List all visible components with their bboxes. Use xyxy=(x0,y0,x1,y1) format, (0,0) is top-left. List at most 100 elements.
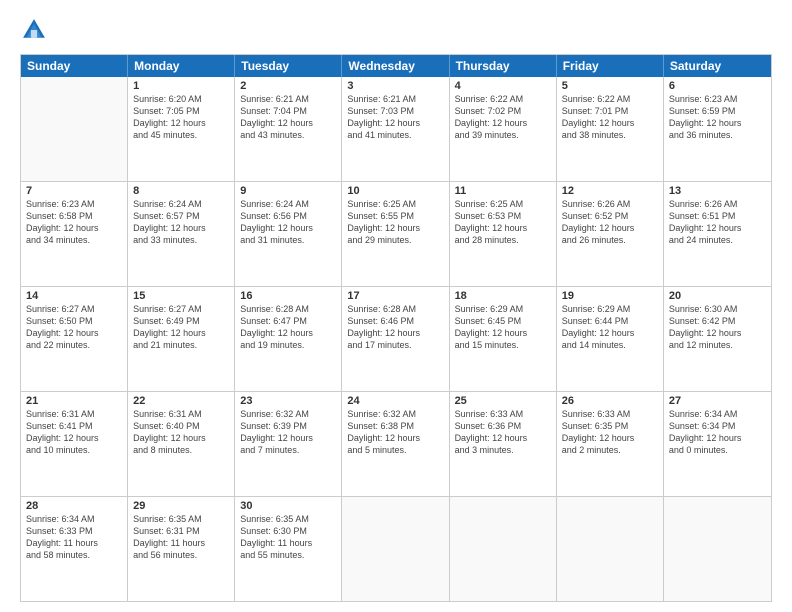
day-number: 13 xyxy=(669,185,766,197)
cal-cell: 30Sunrise: 6:35 AMSunset: 6:30 PMDayligh… xyxy=(235,497,342,601)
cal-cell: 26Sunrise: 6:33 AMSunset: 6:35 PMDayligh… xyxy=(557,392,664,496)
day-number: 26 xyxy=(562,395,658,407)
cal-cell: 23Sunrise: 6:32 AMSunset: 6:39 PMDayligh… xyxy=(235,392,342,496)
cell-info: Sunrise: 6:34 AMSunset: 6:34 PMDaylight:… xyxy=(669,408,766,457)
cal-row-4: 28Sunrise: 6:34 AMSunset: 6:33 PMDayligh… xyxy=(21,497,771,601)
cal-cell: 13Sunrise: 6:26 AMSunset: 6:51 PMDayligh… xyxy=(664,182,771,286)
cell-info: Sunrise: 6:22 AMSunset: 7:02 PMDaylight:… xyxy=(455,93,551,142)
cal-cell xyxy=(557,497,664,601)
cal-cell xyxy=(664,497,771,601)
cell-info: Sunrise: 6:35 AMSunset: 6:30 PMDaylight:… xyxy=(240,513,336,562)
day-number: 19 xyxy=(562,290,658,302)
day-number: 16 xyxy=(240,290,336,302)
calendar: SundayMondayTuesdayWednesdayThursdayFrid… xyxy=(20,54,772,602)
cell-info: Sunrise: 6:27 AMSunset: 6:49 PMDaylight:… xyxy=(133,303,229,352)
cal-cell: 29Sunrise: 6:35 AMSunset: 6:31 PMDayligh… xyxy=(128,497,235,601)
calendar-header: SundayMondayTuesdayWednesdayThursdayFrid… xyxy=(21,55,771,77)
cal-cell: 8Sunrise: 6:24 AMSunset: 6:57 PMDaylight… xyxy=(128,182,235,286)
day-number: 2 xyxy=(240,80,336,92)
cal-row-0: 1Sunrise: 6:20 AMSunset: 7:05 PMDaylight… xyxy=(21,77,771,182)
day-header-saturday: Saturday xyxy=(664,55,771,77)
day-number: 28 xyxy=(26,500,122,512)
day-number: 6 xyxy=(669,80,766,92)
day-number: 8 xyxy=(133,185,229,197)
cal-cell: 15Sunrise: 6:27 AMSunset: 6:49 PMDayligh… xyxy=(128,287,235,391)
day-number: 21 xyxy=(26,395,122,407)
day-number: 5 xyxy=(562,80,658,92)
day-number: 1 xyxy=(133,80,229,92)
cal-cell: 12Sunrise: 6:26 AMSunset: 6:52 PMDayligh… xyxy=(557,182,664,286)
cal-cell: 18Sunrise: 6:29 AMSunset: 6:45 PMDayligh… xyxy=(450,287,557,391)
day-number: 29 xyxy=(133,500,229,512)
cal-cell: 1Sunrise: 6:20 AMSunset: 7:05 PMDaylight… xyxy=(128,77,235,181)
cell-info: Sunrise: 6:23 AMSunset: 6:58 PMDaylight:… xyxy=(26,198,122,247)
day-number: 24 xyxy=(347,395,443,407)
cal-cell: 2Sunrise: 6:21 AMSunset: 7:04 PMDaylight… xyxy=(235,77,342,181)
cell-info: Sunrise: 6:32 AMSunset: 6:38 PMDaylight:… xyxy=(347,408,443,457)
day-number: 3 xyxy=(347,80,443,92)
cell-info: Sunrise: 6:28 AMSunset: 6:46 PMDaylight:… xyxy=(347,303,443,352)
day-number: 22 xyxy=(133,395,229,407)
cal-cell: 3Sunrise: 6:21 AMSunset: 7:03 PMDaylight… xyxy=(342,77,449,181)
calendar-body: 1Sunrise: 6:20 AMSunset: 7:05 PMDaylight… xyxy=(21,77,771,601)
day-header-friday: Friday xyxy=(557,55,664,77)
day-header-wednesday: Wednesday xyxy=(342,55,449,77)
day-number: 14 xyxy=(26,290,122,302)
cell-info: Sunrise: 6:32 AMSunset: 6:39 PMDaylight:… xyxy=(240,408,336,457)
day-number: 12 xyxy=(562,185,658,197)
cell-info: Sunrise: 6:20 AMSunset: 7:05 PMDaylight:… xyxy=(133,93,229,142)
cell-info: Sunrise: 6:27 AMSunset: 6:50 PMDaylight:… xyxy=(26,303,122,352)
cell-info: Sunrise: 6:31 AMSunset: 6:40 PMDaylight:… xyxy=(133,408,229,457)
cal-cell: 28Sunrise: 6:34 AMSunset: 6:33 PMDayligh… xyxy=(21,497,128,601)
cal-row-2: 14Sunrise: 6:27 AMSunset: 6:50 PMDayligh… xyxy=(21,287,771,392)
day-number: 25 xyxy=(455,395,551,407)
day-number: 7 xyxy=(26,185,122,197)
day-number: 10 xyxy=(347,185,443,197)
day-number: 11 xyxy=(455,185,551,197)
cal-cell xyxy=(450,497,557,601)
cal-cell: 20Sunrise: 6:30 AMSunset: 6:42 PMDayligh… xyxy=(664,287,771,391)
cell-info: Sunrise: 6:25 AMSunset: 6:53 PMDaylight:… xyxy=(455,198,551,247)
cal-cell: 25Sunrise: 6:33 AMSunset: 6:36 PMDayligh… xyxy=(450,392,557,496)
cal-cell: 10Sunrise: 6:25 AMSunset: 6:55 PMDayligh… xyxy=(342,182,449,286)
cal-cell: 7Sunrise: 6:23 AMSunset: 6:58 PMDaylight… xyxy=(21,182,128,286)
cal-row-3: 21Sunrise: 6:31 AMSunset: 6:41 PMDayligh… xyxy=(21,392,771,497)
cell-info: Sunrise: 6:28 AMSunset: 6:47 PMDaylight:… xyxy=(240,303,336,352)
cell-info: Sunrise: 6:23 AMSunset: 6:59 PMDaylight:… xyxy=(669,93,766,142)
day-number: 18 xyxy=(455,290,551,302)
cell-info: Sunrise: 6:30 AMSunset: 6:42 PMDaylight:… xyxy=(669,303,766,352)
day-header-thursday: Thursday xyxy=(450,55,557,77)
cal-cell: 11Sunrise: 6:25 AMSunset: 6:53 PMDayligh… xyxy=(450,182,557,286)
page: SundayMondayTuesdayWednesdayThursdayFrid… xyxy=(0,0,792,612)
cal-cell: 27Sunrise: 6:34 AMSunset: 6:34 PMDayligh… xyxy=(664,392,771,496)
cal-cell: 17Sunrise: 6:28 AMSunset: 6:46 PMDayligh… xyxy=(342,287,449,391)
logo xyxy=(20,16,52,44)
day-header-sunday: Sunday xyxy=(21,55,128,77)
cal-cell xyxy=(21,77,128,181)
day-header-monday: Monday xyxy=(128,55,235,77)
day-header-tuesday: Tuesday xyxy=(235,55,342,77)
cal-cell: 9Sunrise: 6:24 AMSunset: 6:56 PMDaylight… xyxy=(235,182,342,286)
cell-info: Sunrise: 6:21 AMSunset: 7:04 PMDaylight:… xyxy=(240,93,336,142)
day-number: 23 xyxy=(240,395,336,407)
cell-info: Sunrise: 6:33 AMSunset: 6:35 PMDaylight:… xyxy=(562,408,658,457)
cell-info: Sunrise: 6:22 AMSunset: 7:01 PMDaylight:… xyxy=(562,93,658,142)
cal-cell: 19Sunrise: 6:29 AMSunset: 6:44 PMDayligh… xyxy=(557,287,664,391)
day-number: 27 xyxy=(669,395,766,407)
cal-row-1: 7Sunrise: 6:23 AMSunset: 6:58 PMDaylight… xyxy=(21,182,771,287)
day-number: 15 xyxy=(133,290,229,302)
day-number: 30 xyxy=(240,500,336,512)
cell-info: Sunrise: 6:26 AMSunset: 6:52 PMDaylight:… xyxy=(562,198,658,247)
cell-info: Sunrise: 6:33 AMSunset: 6:36 PMDaylight:… xyxy=(455,408,551,457)
day-number: 4 xyxy=(455,80,551,92)
cal-cell: 14Sunrise: 6:27 AMSunset: 6:50 PMDayligh… xyxy=(21,287,128,391)
cal-cell: 5Sunrise: 6:22 AMSunset: 7:01 PMDaylight… xyxy=(557,77,664,181)
cell-info: Sunrise: 6:24 AMSunset: 6:57 PMDaylight:… xyxy=(133,198,229,247)
cell-info: Sunrise: 6:24 AMSunset: 6:56 PMDaylight:… xyxy=(240,198,336,247)
cell-info: Sunrise: 6:34 AMSunset: 6:33 PMDaylight:… xyxy=(26,513,122,562)
cell-info: Sunrise: 6:29 AMSunset: 6:45 PMDaylight:… xyxy=(455,303,551,352)
cell-info: Sunrise: 6:29 AMSunset: 6:44 PMDaylight:… xyxy=(562,303,658,352)
day-number: 17 xyxy=(347,290,443,302)
cell-info: Sunrise: 6:21 AMSunset: 7:03 PMDaylight:… xyxy=(347,93,443,142)
cell-info: Sunrise: 6:26 AMSunset: 6:51 PMDaylight:… xyxy=(669,198,766,247)
